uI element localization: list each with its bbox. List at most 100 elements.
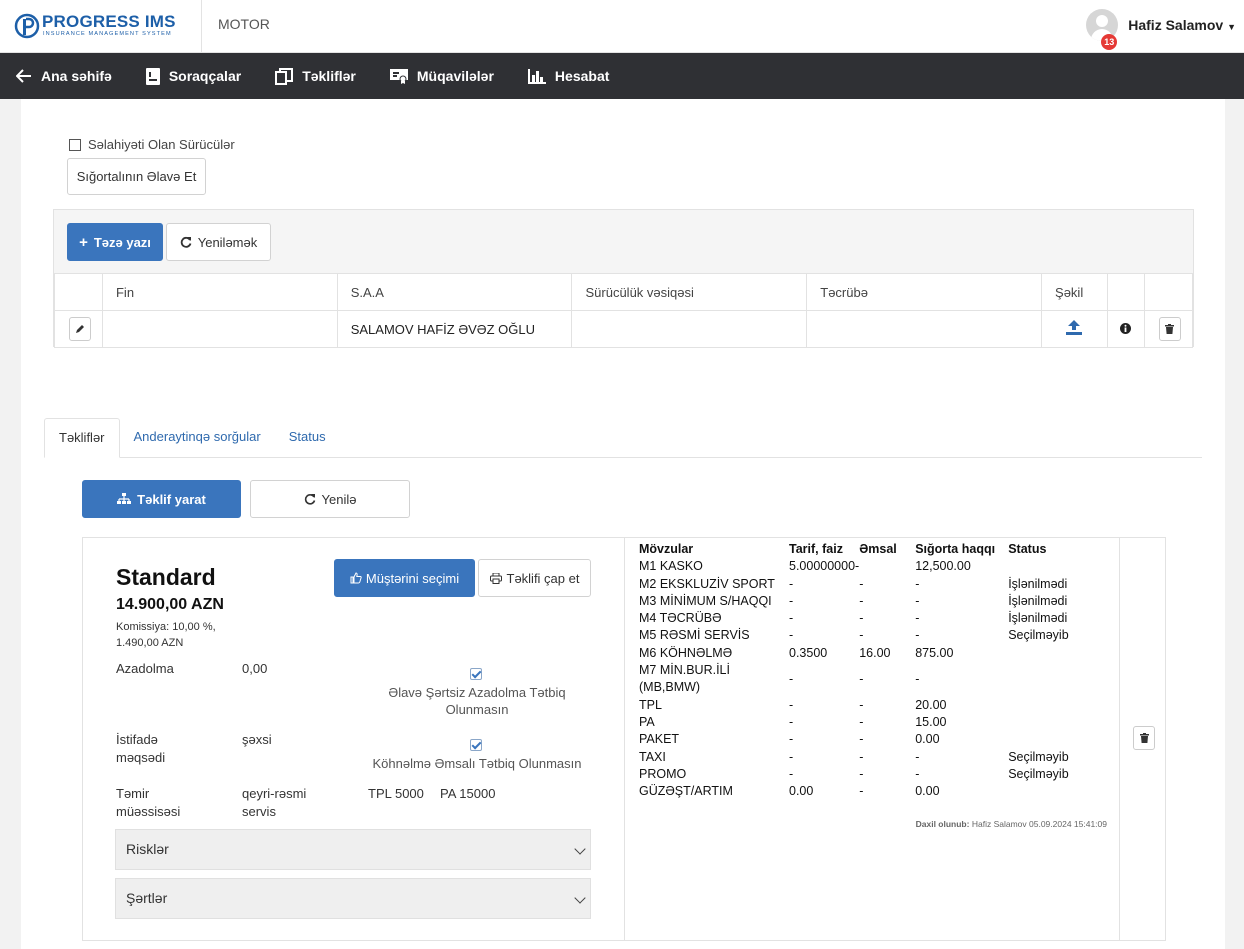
coverage-name-cell: M4 TƏCRÜBƏ bbox=[639, 611, 722, 626]
progress-ims-logo[interactable]: PROGRESS IMS INSURANCE MANAGEMENT SYSTEM bbox=[14, 10, 184, 44]
authorized-drivers-checkbox[interactable] bbox=[69, 138, 81, 151]
coverage-rate-cell: 5.00000000- bbox=[789, 559, 860, 574]
license-cell bbox=[571, 310, 808, 348]
bar-chart-icon bbox=[527, 68, 546, 84]
refresh-offers-button[interactable]: Yenilə bbox=[250, 480, 410, 518]
coverage-coef-cell: - bbox=[859, 593, 864, 608]
offer-card: Standard 14.900,00 AZN Komissiya: 10,00 … bbox=[82, 537, 1166, 941]
coverage-rate-cell: - bbox=[789, 697, 794, 712]
terms-label: Şərtlər bbox=[126, 890, 168, 906]
no-depreciation-checkbox[interactable] bbox=[470, 739, 482, 751]
drivers-table-header: Fin S.A.A Sürücülük vəsiqəsi Təcrübə Şək… bbox=[54, 273, 1194, 311]
coverage-premium-cell: 0.00 bbox=[915, 732, 940, 747]
tab-status[interactable]: Status bbox=[275, 418, 340, 458]
refresh-drivers-button[interactable]: Yeniləmək bbox=[166, 223, 271, 261]
col-fin: Fin bbox=[101, 273, 338, 311]
top-header: PROGRESS IMS INSURANCE MANAGEMENT SYSTEM… bbox=[0, 0, 1244, 53]
plus-icon: + bbox=[79, 233, 88, 251]
info-icon[interactable] bbox=[1119, 322, 1131, 334]
trash-icon[interactable] bbox=[1133, 726, 1155, 750]
coverage-coef-cell: - bbox=[859, 714, 864, 729]
col-edit bbox=[54, 273, 103, 311]
offer-price: 14.900,00 AZN bbox=[116, 596, 224, 613]
coverage-coef-cell: - bbox=[859, 628, 864, 643]
user-menu[interactable]: 13 Hafiz Salamov ▼ bbox=[1086, 8, 1236, 50]
coverage-rate-cell: - bbox=[789, 576, 794, 591]
col-info bbox=[1106, 273, 1145, 311]
coverage-name-cell: M1 KASKO bbox=[639, 559, 703, 574]
coverage-premium-cell: 12,500.00 bbox=[915, 559, 971, 574]
tpl-value: TPL 5000 bbox=[368, 786, 424, 801]
coverage-status-cell bbox=[1008, 714, 1098, 731]
fin-cell bbox=[101, 310, 338, 348]
nav-home-label: Ana səhifə bbox=[41, 68, 112, 84]
upload-icon[interactable] bbox=[1066, 320, 1083, 335]
pa-value: PA 15000 bbox=[440, 786, 496, 801]
drivers-table: Fin S.A.A Sürücülük vəsiqəsi Təcrübə Şək… bbox=[54, 273, 1194, 348]
offer-tabs: Təkliflər Anderaytinqə sorğular Status bbox=[44, 418, 1202, 458]
main-nav: Ana səhifə Soraqçalar Təkliflər Müqavilə… bbox=[0, 53, 1244, 99]
coverage-premium-cell: 15.00 bbox=[915, 714, 947, 729]
coverage-status-cell: İşlənilmədi bbox=[1008, 611, 1068, 626]
cov-col-rate: Tarif, faiz bbox=[789, 542, 843, 556]
experience-cell bbox=[806, 310, 1043, 348]
coverage-name-cell: TAXI bbox=[639, 749, 666, 764]
new-entry-button[interactable]: + Təzə yazı bbox=[67, 223, 163, 261]
print-offer-button[interactable]: Təklifi çap et bbox=[478, 559, 591, 597]
coverage-status-cell: Seçilməyib bbox=[1008, 749, 1069, 764]
coverage-rate-cell: - bbox=[789, 611, 794, 626]
coverage-coef-cell: - bbox=[859, 611, 864, 626]
sitemap-icon bbox=[117, 493, 132, 504]
authorized-drivers-row[interactable]: Səlahiyəti Olan Sürücülər bbox=[69, 137, 235, 152]
offer-commission: Komissiya: 10,00 %, 1.490,00 AZN bbox=[116, 619, 236, 651]
module-name: MOTOR bbox=[201, 0, 270, 52]
info-cell bbox=[1106, 310, 1145, 348]
cov-col-status: Status bbox=[1008, 542, 1047, 556]
coverage-coef-cell: - bbox=[859, 576, 864, 591]
coverage-coef-cell: - bbox=[859, 697, 864, 712]
risks-label: Risklər bbox=[126, 841, 169, 857]
add-insured-button[interactable]: Sığortalının Əlavə Et bbox=[67, 158, 206, 195]
coverage-header: Mövzular Tarif, faiz Əmsal Sığorta haqqı… bbox=[639, 541, 1098, 558]
coverage-premium-cell: - bbox=[915, 671, 920, 686]
terms-accordion[interactable]: Şərtlər bbox=[115, 878, 591, 919]
repair-value: qeyri-rəsmi servis bbox=[242, 786, 307, 819]
nav-home[interactable]: Ana səhifə bbox=[16, 68, 112, 84]
tab-offers[interactable]: Təkliflər bbox=[44, 418, 120, 458]
table-row: M1 KASKO 5.00000000- 12,500.00 bbox=[639, 558, 1098, 575]
coverage-coef-cell bbox=[859, 558, 915, 575]
coverage-name-cell: PA bbox=[639, 714, 655, 729]
authorized-drivers-label: Səlahiyəti Olan Sürücülər bbox=[88, 137, 235, 152]
logo-subtitle: INSURANCE MANAGEMENT SYSTEM bbox=[43, 31, 172, 37]
col-license: Sürücülük vəsiqəsi bbox=[571, 273, 808, 311]
pencil-icon[interactable] bbox=[69, 317, 91, 341]
select-customer-button[interactable]: Müştərini seçimi bbox=[334, 559, 475, 597]
trash-icon[interactable] bbox=[1158, 317, 1181, 341]
nav-offers[interactable]: Təkliflər bbox=[275, 67, 356, 85]
coverage-status-cell bbox=[1008, 731, 1098, 748]
coverage-status-cell bbox=[1008, 697, 1098, 714]
nav-offers-label: Təkliflər bbox=[302, 68, 356, 84]
nav-contracts[interactable]: Müqavilələr bbox=[389, 68, 494, 84]
nav-requests[interactable]: Soraqçalar bbox=[145, 67, 241, 85]
coverage-premium-cell: 20.00 bbox=[915, 697, 947, 712]
notification-badge[interactable]: 13 bbox=[1101, 34, 1118, 50]
coverage-rate-cell: - bbox=[789, 628, 794, 643]
user-name[interactable]: Hafiz Salamov ▼ bbox=[1128, 17, 1236, 33]
no-deductible-checkbox[interactable] bbox=[470, 668, 482, 680]
col-delete bbox=[1143, 273, 1194, 311]
col-photo: Şəkil bbox=[1041, 273, 1108, 311]
coverage-status-cell bbox=[1008, 558, 1098, 575]
coverage-name-cell: M6 KÖHNƏLMƏ bbox=[639, 645, 733, 660]
usage-value: şəxsi bbox=[242, 732, 272, 747]
create-offer-button[interactable]: Təklif yarat bbox=[82, 480, 241, 518]
tab-underwriting[interactable]: Anderaytinqə sorğular bbox=[120, 418, 275, 458]
nav-report[interactable]: Hesabat bbox=[527, 68, 609, 84]
coverage-premium-cell: - bbox=[915, 766, 920, 781]
coverage-premium-cell: - bbox=[915, 611, 920, 626]
coverage-coef-cell: - bbox=[859, 784, 864, 799]
photo-cell bbox=[1041, 310, 1108, 348]
coverage-rate-cell: - bbox=[789, 671, 794, 686]
risks-accordion[interactable]: Risklər bbox=[115, 829, 591, 870]
refresh-icon bbox=[304, 494, 315, 505]
